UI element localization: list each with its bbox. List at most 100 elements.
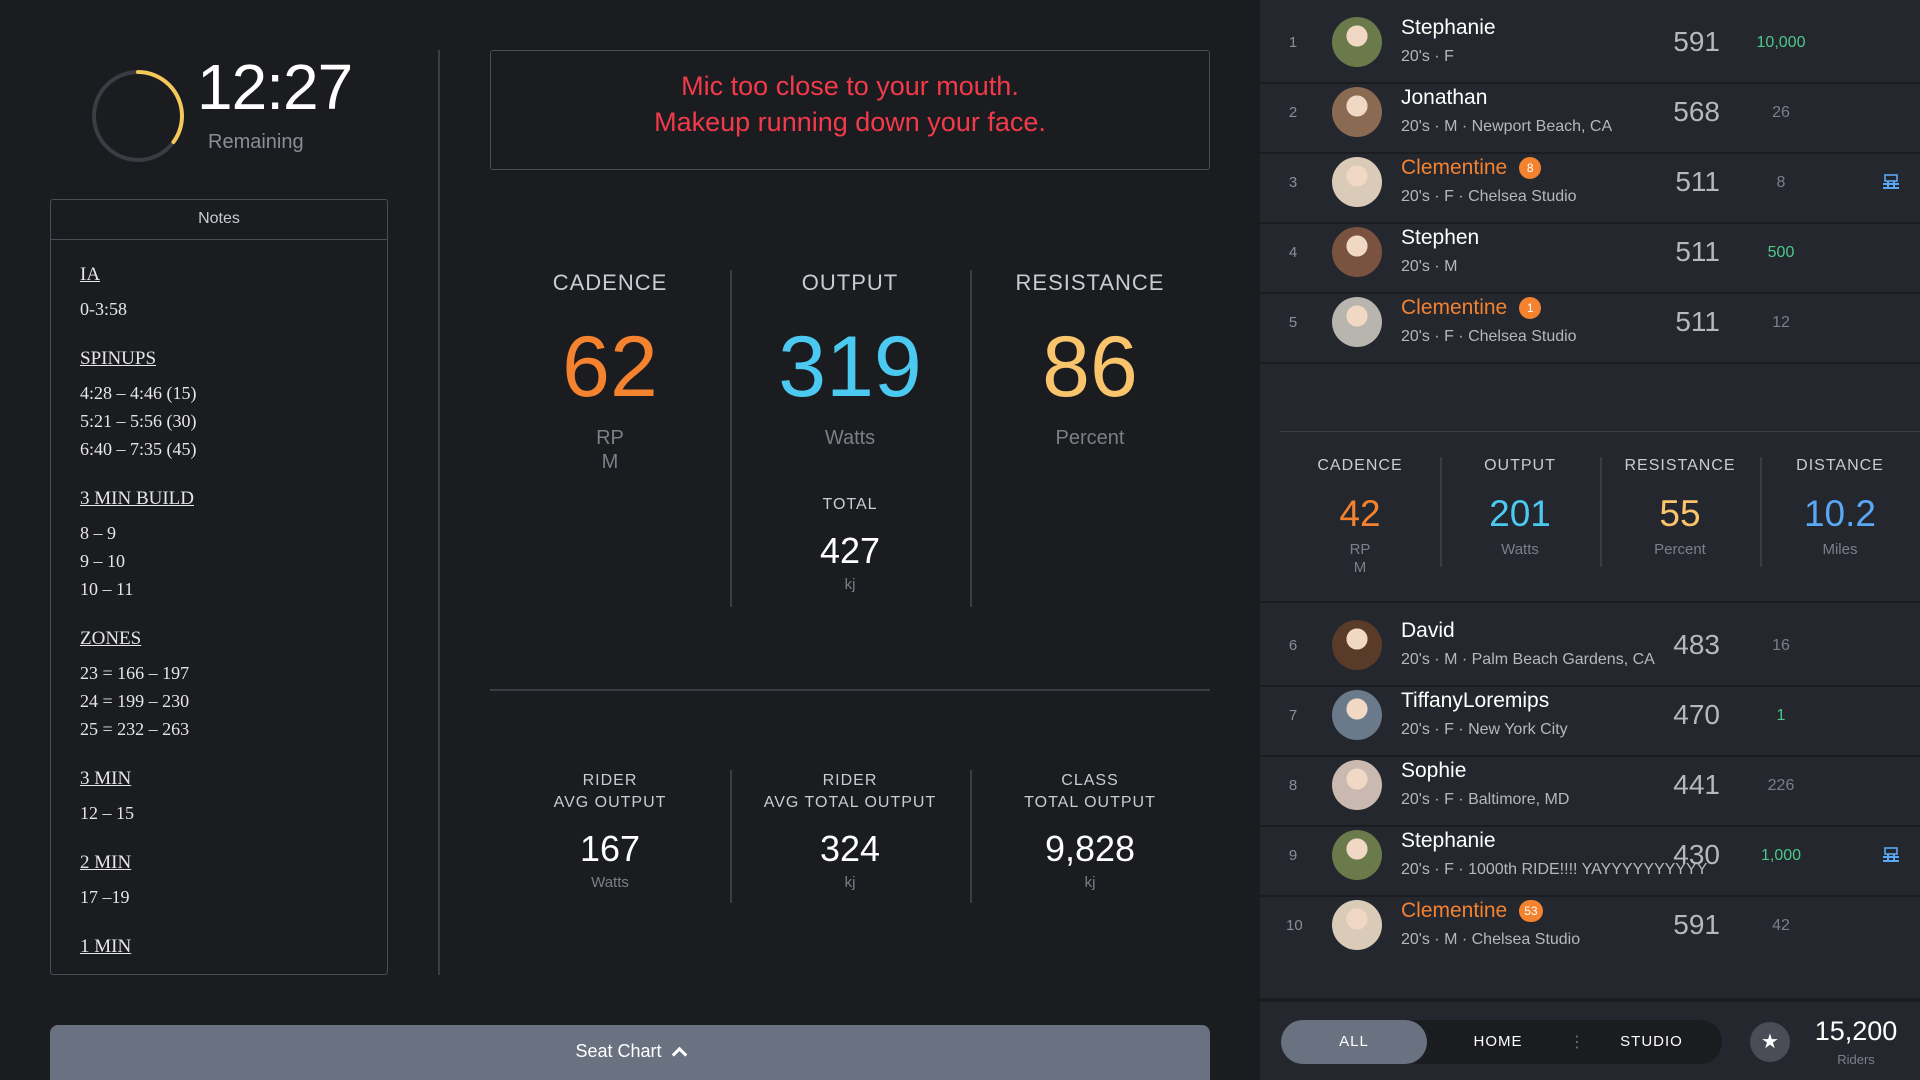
stat-unit: Watts — [591, 874, 629, 891]
leaderboard[interactable]: 10 Clementine 53 20's · M · Chelsea Studio 5… — [1260, 0, 1920, 1080]
stat-label: RIDER AVG TOTAL OUTPUT — [730, 770, 970, 814]
metric-label: OUTPUT — [801, 270, 899, 295]
rider-meta: 20's · M · Chelsea Studio — [1401, 931, 1581, 948]
rider-name[interactable]: Jonathan — [1401, 86, 1487, 110]
stat-label: RIDER AVG OUTPUT — [490, 770, 730, 814]
row-rank: 2 — [1288, 104, 1298, 121]
avatar[interactable] — [1332, 620, 1382, 670]
rider-name[interactable]: Clementine 53 — [1401, 899, 1543, 924]
rider-score: 591 — [1673, 909, 1720, 940]
metric-value: 319 — [778, 319, 922, 415]
avatar[interactable] — [1332, 900, 1382, 950]
self-metric-value: 42 — [1339, 493, 1381, 534]
stat-value: 324 — [819, 828, 881, 869]
leaderboard-row[interactable]: 6 David 20's · M · Palm Beach Gardens, CA 4… — [1260, 603, 1920, 687]
note-line: 9 – 10 — [80, 551, 125, 571]
note-block: 2 MIN 17 –19 — [80, 852, 387, 911]
note-line: 4:28 – 4:46 (15) — [80, 383, 197, 403]
note-title: ZONES — [80, 628, 142, 649]
stat-label-line: AVG OUTPUT — [553, 794, 667, 811]
rider-meta: 20's · M · Palm Beach Gardens, CA — [1401, 651, 1655, 668]
note-title: 1 MIN — [80, 936, 132, 957]
note-title: SPINUPS — [80, 348, 157, 369]
self-metric-unit: Miles — [1760, 541, 1920, 559]
riders-label: Riders — [1837, 1052, 1875, 1067]
stat-label-line: RIDER — [582, 772, 638, 789]
rider-diff: 12 — [1772, 314, 1790, 331]
rider-score: 430 — [1673, 839, 1720, 870]
metric-unit: Percent — [1055, 427, 1125, 449]
note-title: IA — [80, 264, 101, 285]
avatar[interactable] — [1332, 227, 1382, 277]
leaderboard-footer: ALL HOME ⋮ STUDIO ★ 15,200 Riders — [1260, 1000, 1920, 1080]
total-value: 427 — [819, 530, 881, 571]
filter-home[interactable]: HOME — [1427, 1020, 1569, 1064]
avatar[interactable] — [1332, 17, 1382, 67]
stat-label-line: RIDER — [822, 772, 878, 789]
rider-score: 568 — [1673, 96, 1720, 127]
rider-name[interactable]: Stephanie — [1401, 829, 1496, 853]
filter-all[interactable]: ALL — [1281, 1020, 1427, 1064]
rider-name[interactable]: TiffanyLoremips — [1401, 689, 1549, 713]
row-rank: 6 — [1288, 637, 1298, 654]
note-block: 3 MIN BUILD 8 – 9 9 – 10 10 – 11 — [80, 488, 387, 603]
avatar[interactable] — [1332, 87, 1382, 137]
avatar[interactable] — [1332, 297, 1382, 347]
alert-line: Makeup running down your face. — [654, 107, 1046, 137]
avatar[interactable] — [1332, 157, 1382, 207]
stat-label-line: CLASS — [1061, 772, 1119, 789]
total-label: TOTAL — [822, 496, 878, 513]
rider-name[interactable]: Stephen — [1401, 226, 1479, 250]
unit-line: M — [1353, 559, 1367, 576]
seat-chart-button[interactable]: Seat Chart — [50, 1025, 1210, 1080]
stat-rider-avg-total-output: RIDER AVG TOTAL OUTPUT 324 kj — [730, 770, 970, 903]
filter-studio[interactable]: STUDIO — [1581, 1020, 1722, 1064]
note-line: 10 – 11 — [80, 579, 134, 599]
star-icon[interactable]: ★ — [1750, 1022, 1790, 1062]
rider-name[interactable]: Clementine 1 — [1401, 296, 1542, 321]
rider-diff: 26 — [1772, 104, 1790, 121]
rider-name-text: Clementine — [1401, 296, 1508, 319]
metric-resistance: RESISTANCE 86 Percent — [970, 270, 1210, 607]
metric-unit: Watts — [824, 427, 876, 449]
stat-value: 9,828 — [1044, 828, 1136, 869]
rider-name[interactable]: Sophie — [1401, 759, 1466, 783]
self-metric-label: RESISTANCE — [1624, 457, 1736, 474]
row-rank: 4 — [1288, 244, 1298, 261]
metric-value: 62 — [562, 319, 658, 415]
metric-value: 86 — [1042, 319, 1138, 415]
stat-unit: kj — [1084, 874, 1096, 891]
unit-line: RP — [596, 427, 624, 449]
row-rank: 9 — [1288, 847, 1298, 864]
rider-name[interactable]: David — [1401, 619, 1455, 643]
rider-meta: 20's · F · Baltimore, MD — [1401, 791, 1570, 808]
self-metric-value: 201 — [1489, 493, 1551, 534]
rider-score: 511 — [1675, 166, 1720, 197]
rider-name[interactable]: Clementine 8 — [1401, 156, 1542, 181]
countdown-ring — [92, 70, 184, 162]
avatar[interactable] — [1332, 690, 1382, 740]
rider-name[interactable]: Stephanie — [1401, 16, 1496, 40]
rider-meta: 20's · M — [1401, 258, 1458, 275]
total-unit: kj — [844, 576, 856, 593]
note-block: SPINUPS 4:28 – 4:46 (15) 5:21 – 5:56 (30) 6… — [80, 348, 387, 463]
row-rank: 1 — [1288, 34, 1298, 51]
unit-line: Miles — [1822, 541, 1858, 558]
rider-diff: 42 — [1772, 917, 1790, 934]
avatar[interactable] — [1332, 760, 1382, 810]
note-block: ZONES 23 = 166 – 197 24 = 199 – 230 25 = 23… — [80, 628, 387, 743]
self-metric-label: DISTANCE — [1796, 457, 1884, 474]
class-stats: RIDER AVG OUTPUT 167 Watts RIDER AVG TOT… — [490, 770, 1210, 903]
rider-name-text: Stephanie — [1401, 829, 1496, 852]
notes-panel[interactable]: Notes IA 0-3:58 SPINUPS 4:28 – 4:46 (15) 5:2… — [50, 199, 388, 975]
timer-label: Remaining — [208, 131, 304, 153]
leaderboard-row[interactable]: 1 Stephanie 20's · F 591 10,000 — [1260, 0, 1920, 84]
avatar[interactable] — [1332, 830, 1382, 880]
leaderboard-row[interactable]: 10 Clementine 53 20's · M · Chelsea Studio 5… — [1260, 883, 1920, 1000]
rider-diff: 500 — [1767, 244, 1795, 261]
metric-unit: RP M — [490, 426, 730, 474]
note-line: 8 – 9 — [80, 523, 116, 543]
horizontal-divider — [490, 689, 1210, 691]
rider-score: 511 — [1675, 236, 1720, 267]
rider-name-text: David — [1401, 619, 1455, 642]
